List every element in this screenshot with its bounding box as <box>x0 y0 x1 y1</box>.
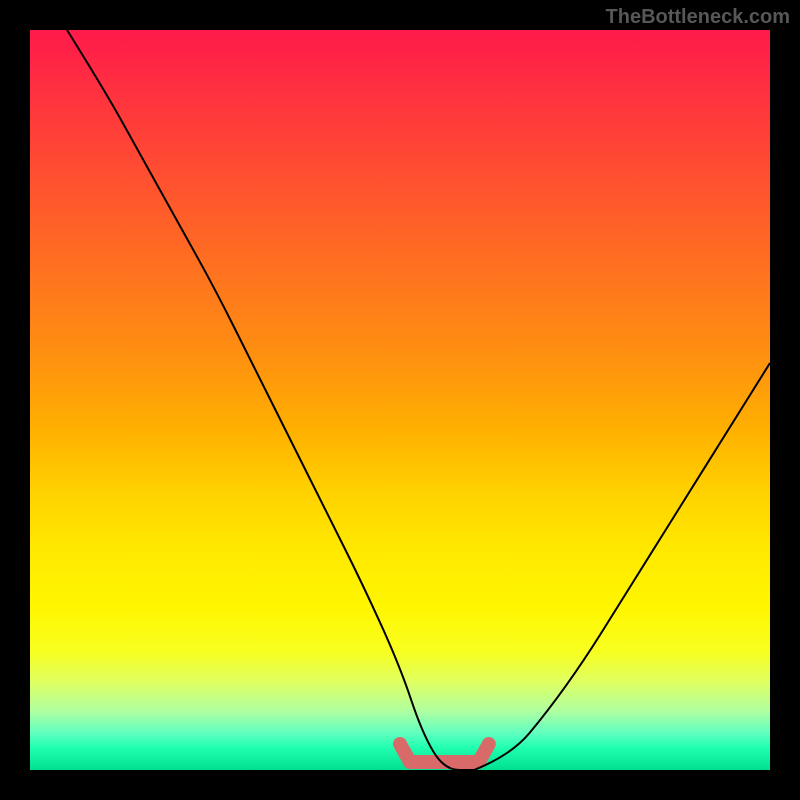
plot-area <box>30 30 770 770</box>
watermark-text: TheBottleneck.com <box>606 6 790 29</box>
bottleneck-curve-left <box>67 30 474 770</box>
bottleneck-curve-right <box>474 363 770 770</box>
optimal-range-marker <box>400 744 489 762</box>
chart-svg <box>30 30 770 770</box>
